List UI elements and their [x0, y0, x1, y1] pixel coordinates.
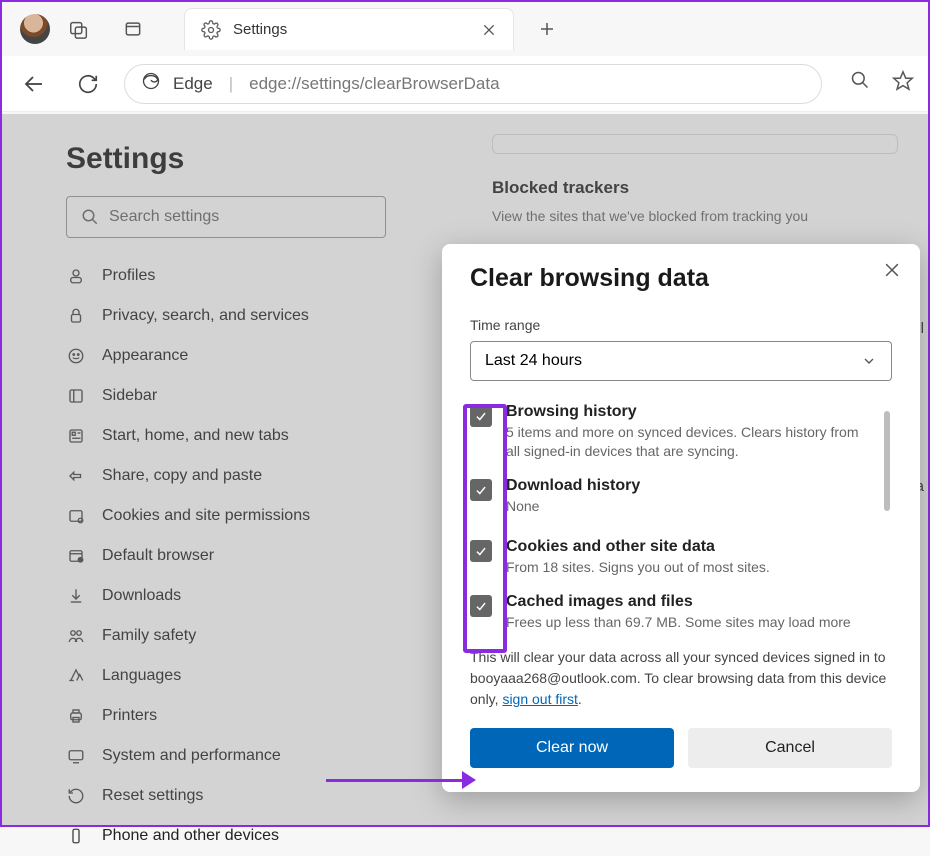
checkbox[interactable]: [470, 405, 492, 427]
nav-icon: [66, 826, 86, 846]
tab-actions-icon[interactable]: [122, 18, 144, 40]
omnibox-url: edge://settings/clearBrowserData: [249, 74, 499, 94]
gear-icon: [201, 20, 221, 40]
profile-avatar[interactable]: [20, 14, 50, 44]
close-icon[interactable]: [481, 22, 497, 38]
refresh-button[interactable]: [70, 66, 106, 102]
checkbox-label: Download history: [506, 477, 640, 495]
checkbox[interactable]: [470, 479, 492, 501]
favorite-icon[interactable]: [892, 70, 914, 97]
omnibox-prefix: Edge: [173, 74, 213, 94]
checkbox-desc: Frees up less than 69.7 MB. Some sites m…: [506, 613, 851, 632]
checkbox-desc: None: [506, 497, 640, 516]
chevron-down-icon: [861, 353, 877, 369]
checkbox-label: Cookies and other site data: [506, 538, 770, 556]
sign-out-link[interactable]: sign out first: [502, 691, 577, 707]
time-range-label: Time range: [470, 317, 892, 333]
toolbar: Edge | edge://settings/clearBrowserData: [2, 56, 928, 112]
sidebar-item-label: Phone and other devices: [102, 827, 279, 845]
zoom-icon[interactable]: [850, 70, 870, 97]
checkbox-item: Cookies and other site data From 18 site…: [470, 538, 874, 577]
cancel-button[interactable]: Cancel: [688, 728, 892, 768]
checkbox-label: Browsing history: [506, 403, 874, 421]
checkbox-item: Browsing history 5 items and more on syn…: [470, 403, 874, 461]
checkbox-desc: From 18 sites. Signs you out of most sit…: [506, 558, 770, 577]
back-button[interactable]: [16, 66, 52, 102]
checkbox-item: Download history None: [470, 477, 874, 516]
checkbox-item: Cached images and files Frees up less th…: [470, 593, 874, 632]
dialog-footer-note: This will clear your data across all you…: [470, 647, 892, 710]
close-icon[interactable]: [882, 260, 902, 280]
checkbox-desc: 5 items and more on synced devices. Clea…: [506, 423, 874, 461]
time-range-dropdown[interactable]: Last 24 hours: [470, 341, 892, 381]
browser-tab[interactable]: Settings: [184, 8, 514, 50]
checkbox[interactable]: [470, 540, 492, 562]
checkbox[interactable]: [470, 595, 492, 617]
time-range-value: Last 24 hours: [485, 352, 582, 370]
titlebar: Settings: [2, 2, 928, 56]
scrollbar[interactable]: [884, 411, 890, 511]
address-bar[interactable]: Edge | edge://settings/clearBrowserData: [124, 64, 822, 104]
dialog-title: Clear browsing data: [470, 264, 892, 293]
workspaces-icon[interactable]: [68, 18, 90, 40]
tab-title: Settings: [233, 21, 469, 38]
edge-icon: [141, 71, 161, 96]
clear-browsing-data-dialog: Clear browsing data Time range Last 24 h…: [442, 244, 920, 792]
clear-now-button[interactable]: Clear now: [470, 728, 674, 768]
new-tab-button[interactable]: [528, 10, 566, 48]
checkbox-label: Cached images and files: [506, 593, 851, 611]
checkbox-list: Browsing history 5 items and more on syn…: [470, 403, 892, 631]
